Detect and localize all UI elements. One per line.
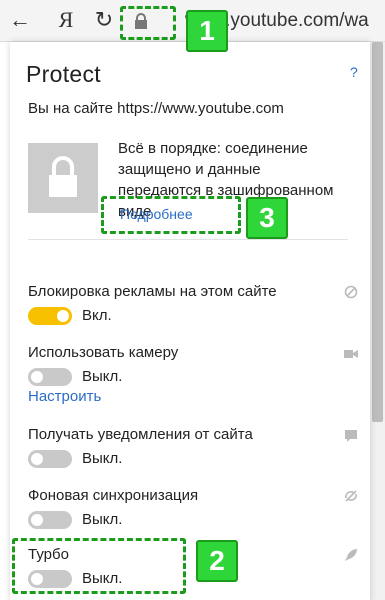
callout-box-1 <box>120 6 176 40</box>
back-icon[interactable]: ← <box>6 6 34 34</box>
camera-icon <box>344 350 358 358</box>
yandex-icon[interactable]: Я <box>52 6 80 34</box>
rocket-icon <box>345 549 357 561</box>
camera-toggle[interactable] <box>28 368 72 386</box>
setting-label-ad-block: Блокировка рекламы на этом сайте <box>28 283 277 300</box>
divider <box>28 239 348 240</box>
help-link[interactable]: ? <box>350 64 358 80</box>
camera-configure-link[interactable]: Настроить <box>28 388 101 405</box>
notifications-toggle[interactable] <box>28 450 72 468</box>
ad-block-toggle[interactable] <box>28 307 72 325</box>
callout-number-3: 3 <box>246 197 288 239</box>
scrollbar-thumb[interactable] <box>372 42 383 422</box>
secure-lock-image <box>28 143 98 213</box>
background-sync-state: Выкл. <box>82 511 123 528</box>
block-icon <box>344 285 358 299</box>
notifications-state: Выкл. <box>82 450 123 467</box>
callout-box-2 <box>12 538 186 594</box>
setting-label-background-sync: Фоновая синхронизация <box>28 487 199 504</box>
protect-panel: Protect ? Вы на сайте https://www.youtub… <box>10 42 370 600</box>
ad-block-state: Вкл. <box>82 307 112 324</box>
reload-icon[interactable]: ↻ <box>90 6 118 34</box>
setting-label-notifications: Получать уведомления от сайта <box>28 426 253 443</box>
notification-icon <box>345 430 357 442</box>
callout-box-3 <box>101 196 241 234</box>
lock-icon <box>49 156 77 197</box>
camera-state: Выкл. <box>82 368 123 385</box>
callout-number-1: 1 <box>186 10 228 52</box>
setting-label-camera: Использовать камеру <box>28 344 179 361</box>
panel-title: Protect <box>26 61 101 87</box>
site-info: Вы на сайте https://www.youtube.com <box>28 100 284 117</box>
callout-number-2: 2 <box>196 540 238 582</box>
background-sync-toggle[interactable] <box>28 511 72 529</box>
sync-icon <box>345 490 357 502</box>
